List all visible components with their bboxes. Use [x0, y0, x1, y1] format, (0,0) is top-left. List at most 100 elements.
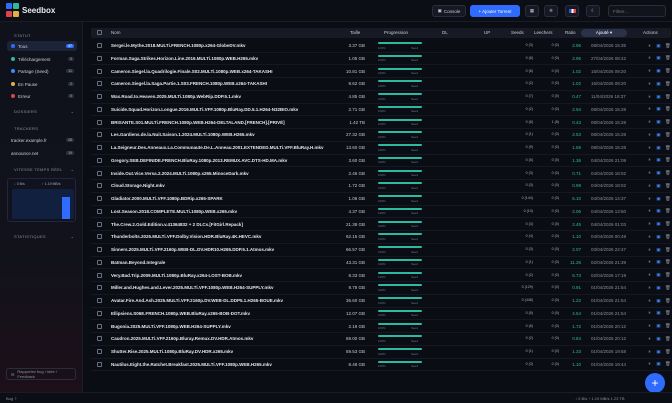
table-row[interactable]: Avatar.Fire.And.Ash.2025.MULTi.VFF.2160p…: [91, 295, 671, 308]
torrent-name[interactable]: Inside.Out.Vice.Versa.2.2024.MULTi.1080p…: [111, 171, 341, 176]
pause-icon[interactable]: ⏸: [647, 106, 652, 112]
pause-icon[interactable]: ⏸: [647, 55, 652, 61]
row-checkbox[interactable]: [97, 221, 102, 227]
info-icon[interactable]: ▣: [656, 272, 661, 278]
bug-report-link[interactable]: Bug ?: [6, 396, 16, 401]
add-torrent-button[interactable]: + Ajouter Torrent: [470, 5, 520, 17]
trash-icon[interactable]: 🗑: [665, 94, 671, 100]
table-row[interactable]: Cloud.Storage.Night.mkv 1.72 GB 100% Seed 0 …: [91, 180, 671, 193]
pause-icon[interactable]: ⏸: [647, 183, 652, 189]
pause-icon[interactable]: ⏸: [647, 285, 652, 291]
col-size[interactable]: Taille: [350, 30, 360, 35]
chevron-down-icon[interactable]: ⌄: [71, 167, 74, 172]
row-checkbox[interactable]: [97, 272, 102, 278]
torrent-name[interactable]: BRISANTE.S01.MULTi.FRENCH.1080p.WEB.H264…: [111, 120, 341, 125]
pause-icon[interactable]: ⏸: [647, 157, 652, 163]
torrent-name[interactable]: Cloud.Storage.Night.mkv: [111, 183, 341, 188]
torrent-name[interactable]: Gregory.SEB.DEFINIDE.FRENCH.BluRay.1080p…: [111, 158, 341, 163]
console-button[interactable]: ▣ Console: [432, 5, 466, 17]
torrent-name[interactable]: Les.Gardiens.de.la.Nuit.Saison.1.2024.MU…: [111, 132, 341, 137]
table-row[interactable]: Batman.Beyond.Integrale 43.31 GB 100% Seed 0…: [91, 257, 671, 270]
info-icon[interactable]: ▣: [656, 208, 661, 214]
torrent-name[interactable]: Batman.Beyond.Integrale: [111, 260, 341, 265]
row-checkbox[interactable]: [97, 132, 102, 138]
table-row[interactable]: Gladiator.2000.MULTi.VFF.1080p.BDRip.x26…: [91, 193, 671, 206]
sidebar-item-error[interactable]: Erreur 0: [7, 91, 77, 101]
torrent-name[interactable]: Cameron.Siegel.la.Quadrilogie.Finale.S02…: [111, 69, 341, 74]
torrent-name[interactable]: Very.Bad.Trip.2009.MULTi.1080p.BluRay.x2…: [111, 273, 341, 278]
pause-icon[interactable]: ⏸: [647, 145, 652, 151]
trash-icon[interactable]: 🗑: [665, 323, 671, 329]
pause-icon[interactable]: ⏸: [647, 43, 652, 49]
sidebar-item-paused[interactable]: En Pause 2: [7, 79, 77, 89]
info-icon[interactable]: ▣: [656, 234, 661, 240]
info-icon[interactable]: ▣: [656, 323, 661, 329]
torrent-name[interactable]: The.Crew.2.Gold.Edition.v.41364832 + 2 D…: [111, 222, 341, 227]
torrent-name[interactable]: Wax.Road.to.Heaven.2025.MULTi.1080p.WebR…: [111, 94, 341, 99]
table-row[interactable]: Bugonia.2025.MULTi.VFF.1080p.WEB.H264-SU…: [91, 321, 671, 334]
torrent-name[interactable]: Avatar.Fire.And.Ash.2025.MULTi.VFF.2160p…: [111, 298, 341, 303]
torrent-name[interactable]: Cameron.Siegel.la.Saga.Partie.1.S03.FREN…: [111, 81, 341, 86]
folders-section-title[interactable]: DOSSIERS: [14, 109, 37, 114]
row-checkbox[interactable]: [97, 336, 102, 342]
row-checkbox[interactable]: [97, 55, 102, 61]
col-ratio[interactable]: Ratio: [565, 30, 576, 35]
torrent-name[interactable]: Suicide.Squad.Horizon.Longue.2016.MULTi.…: [111, 107, 341, 112]
pause-icon[interactable]: ⏸: [647, 170, 652, 176]
torrent-name[interactable]: Forman.Saga.Strikes.Horizon.Line.2016.MU…: [111, 56, 341, 61]
sidebar-item-seeding[interactable]: Partage (Seed) 11: [7, 66, 77, 76]
table-row[interactable]: The.Crew.2.Gold.Edition.v.41364832 + 2 D…: [91, 219, 671, 232]
sidebar-item-tracker[interactable]: tracker.example.fr 28: [7, 135, 77, 145]
pause-icon[interactable]: ⏸: [647, 323, 652, 329]
table-row[interactable]: Miller.and.Hughes.and.Lever.2025.MULTi.V…: [91, 282, 671, 295]
info-icon[interactable]: ▣: [656, 132, 661, 138]
torrent-name[interactable]: Sergei.le.Mythe.2018.MULTi.FRENCH.1080p.…: [111, 43, 341, 48]
trash-icon[interactable]: 🗑: [665, 106, 671, 112]
info-icon[interactable]: ▣: [656, 349, 661, 355]
table-row[interactable]: Caudron.2025.MULTi.VFF.2160p.Bluray.Remu…: [91, 333, 671, 346]
table-row[interactable]: Suicide.Squad.Horizon.Longue.2016.MULTi.…: [91, 104, 671, 117]
torrent-name[interactable]: Nautilus.Eight.the.Ratchet.Breakfast.202…: [111, 362, 341, 367]
row-checkbox[interactable]: [97, 94, 102, 99]
row-checkbox[interactable]: [97, 310, 102, 316]
row-checkbox[interactable]: [97, 43, 102, 48]
row-checkbox[interactable]: [97, 285, 102, 291]
info-icon[interactable]: ▣: [656, 298, 661, 304]
info-icon[interactable]: ▣: [656, 157, 661, 163]
info-icon[interactable]: ▣: [656, 285, 661, 291]
table-row[interactable]: BRISANTE.S01.MULTi.FRENCH.1080p.WEB.H264…: [91, 117, 671, 130]
info-icon[interactable]: ▣: [656, 94, 661, 100]
filter-input[interactable]: [608, 5, 666, 17]
chevron-down-icon[interactable]: ⌄: [71, 109, 74, 114]
row-checkbox[interactable]: [97, 119, 102, 125]
trash-icon[interactable]: 🗑: [665, 170, 671, 176]
pause-icon[interactable]: ⏸: [647, 208, 652, 214]
trash-icon[interactable]: 🗑: [665, 132, 671, 138]
info-icon[interactable]: ▣: [656, 68, 661, 74]
pause-icon[interactable]: ⏸: [647, 272, 652, 278]
table-row[interactable]: Cameron.Siegel.la.Quadrilogie.Finale.S02…: [91, 66, 671, 79]
info-icon[interactable]: ▣: [656, 170, 661, 176]
row-checkbox[interactable]: [97, 170, 102, 176]
trash-icon[interactable]: 🗑: [665, 361, 671, 367]
feedback-button[interactable]: ✉ Rapportez bug / Idée / Feedback: [6, 368, 76, 380]
pause-icon[interactable]: ⏸: [647, 247, 652, 253]
row-checkbox[interactable]: [97, 247, 102, 252]
table-row[interactable]: Very.Bad.Trip.2009.MULTi.1080p.BluRay.x2…: [91, 270, 671, 283]
table-row[interactable]: Forman.Saga.Strikes.Horizon.Line.2016.MU…: [91, 53, 671, 66]
pause-icon[interactable]: ⏸: [647, 259, 652, 265]
torrent-name[interactable]: La.Seigneur.Des.Anneaux.La.Communaute.De…: [111, 145, 341, 150]
torrent-name[interactable]: Sinners.2025.MULTi.VFF.2160p.WEB-DL.DV.H…: [111, 247, 341, 252]
info-icon[interactable]: ▣: [656, 106, 661, 112]
table-row[interactable]: Ellipsiens.S06E.FRENCH.1080p.WEB.BluRay.…: [91, 308, 671, 321]
info-icon[interactable]: ▣: [656, 81, 661, 87]
row-checkbox[interactable]: [97, 234, 102, 240]
col-added-sorted[interactable]: Ajouté ▾: [581, 29, 627, 37]
pause-icon[interactable]: ⏸: [647, 349, 652, 355]
trash-icon[interactable]: 🗑: [665, 183, 671, 189]
row-checkbox[interactable]: [97, 145, 102, 150]
info-icon[interactable]: ▣: [656, 55, 661, 61]
table-row[interactable]: Les.Gardiens.de.la.Nuit.Saison.1.2024.MU…: [91, 129, 671, 142]
row-checkbox[interactable]: [97, 157, 102, 163]
trash-icon[interactable]: 🗑: [665, 336, 671, 342]
